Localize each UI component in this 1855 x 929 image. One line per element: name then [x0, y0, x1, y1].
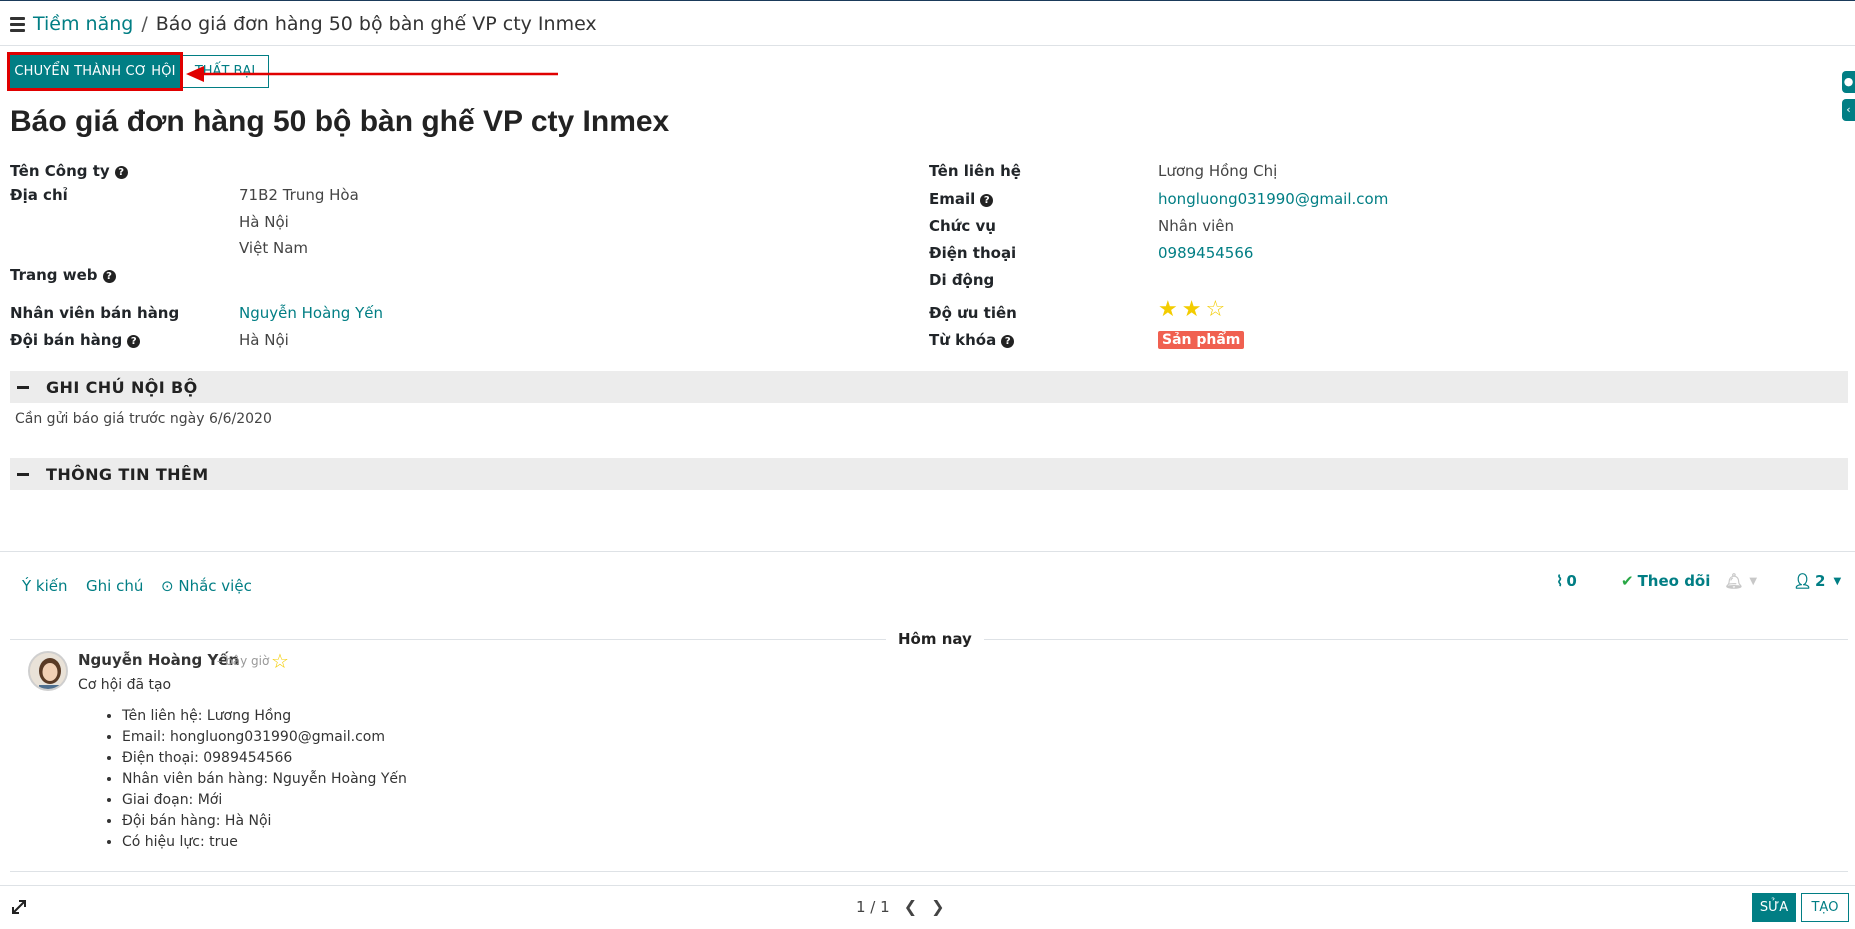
internal-notes-text: Cần gửi báo giá trước ngày 6/6/2020	[15, 411, 272, 427]
list-item: Tên liên hệ: Lương Hồng	[122, 706, 407, 727]
phone-label: Điện thoại	[929, 244, 1017, 262]
chatter-divider	[0, 551, 1855, 552]
contact-name-label: Tên liên hệ	[929, 162, 1021, 180]
message-author[interactable]: Nguyễn Hoàng Yến	[78, 651, 239, 669]
tag-badge[interactable]: Sản phẩm	[1158, 331, 1245, 349]
record-title: Báo giá đơn hàng 50 bộ bàn ghế VP cty In…	[10, 105, 670, 138]
breadcrumb-current: Báo giá đơn hàng 50 bộ bàn ghế VP cty In…	[155, 13, 597, 35]
extra-info-title: THÔNG TIN THÊM	[46, 464, 209, 484]
list-item: Đội bán hàng: Hà Nội	[122, 811, 407, 832]
collapse-icon[interactable]	[17, 472, 29, 476]
user-icon: 👤︎	[1793, 572, 1813, 590]
extra-info-section[interactable]: THÔNG TIN THÊM	[10, 458, 1848, 490]
list-item: Điện thoại: 0989454566	[122, 748, 407, 769]
collapse-icon[interactable]	[17, 385, 29, 389]
list-item: Có hiệu lực: true	[122, 832, 407, 853]
sales-team-value: Hà Nội	[239, 331, 289, 349]
address-country: Việt Nam	[239, 239, 309, 257]
star-filled-icon[interactable]: ★	[1182, 299, 1202, 321]
address-label: Địa chỉ	[10, 186, 68, 204]
email-link[interactable]: hongluong031990@gmail.com	[1158, 190, 1388, 208]
message-body: Cơ hội đã tạo	[78, 677, 172, 693]
date-separator-label: Hôm nay	[886, 630, 984, 648]
header-divider	[0, 45, 1855, 46]
list-item: Email: hongluong031990@gmail.com	[122, 727, 407, 748]
salesperson-link[interactable]: Nguyễn Hoàng Yến	[239, 304, 383, 322]
schedule-activity-label: Nhắc việc	[178, 577, 252, 595]
website-label: Trang web?	[10, 266, 116, 284]
send-message-tab[interactable]: Ý kiến	[22, 577, 68, 595]
job-position-label: Chức vụ	[929, 217, 996, 235]
salesperson-label: Nhân viên bán hàng	[10, 304, 180, 322]
breadcrumb: Tiềm năng / Báo giá đơn hàng 50 bộ bàn g…	[10, 12, 597, 36]
address-street: 71B2 Trung Hòa	[239, 186, 359, 204]
email-label: Email?	[929, 190, 994, 208]
caret-down-icon: ▼	[1833, 575, 1842, 587]
schedule-activity-tab[interactable]: ⊙ Nhắc việc	[161, 577, 252, 595]
footer-divider	[0, 885, 1855, 886]
paperclip-icon: ⌇	[1556, 572, 1564, 590]
followers-button[interactable]: 👤︎ 2 ▼	[1793, 572, 1841, 590]
help-icon[interactable]: ?	[1001, 335, 1015, 348]
email-label-text: Email	[929, 190, 976, 208]
follow-label: Theo dõi	[1637, 572, 1711, 590]
pager-value[interactable]: 1 / 1	[856, 898, 890, 916]
company-label-text: Tên Công ty	[10, 162, 110, 180]
help-icon[interactable]: ?	[980, 194, 994, 207]
tags-label: Từ khóa?	[929, 331, 1015, 349]
chevron-right-icon[interactable]: ❯	[931, 897, 944, 916]
phone-link[interactable]: 0989454566	[1158, 244, 1253, 262]
help-icon[interactable]: ?	[114, 166, 128, 179]
message-time: - bây giờ	[217, 654, 270, 668]
sales-team-label-text: Đội bán hàng	[10, 331, 123, 349]
caret-down-icon[interactable]: ▼	[1749, 576, 1757, 587]
attachments-count: 0	[1566, 572, 1577, 590]
red-annotation-arrow	[186, 66, 558, 82]
priority-stars: ★ ★ ☆	[1158, 299, 1225, 321]
author-avatar[interactable]	[28, 651, 68, 691]
address-city: Hà Nội	[239, 213, 289, 231]
breadcrumb-parent-link[interactable]: Tiềm năng	[33, 13, 133, 35]
menu-hamburger-icon[interactable]	[10, 14, 25, 35]
breadcrumb-separator: /	[141, 13, 148, 35]
company-label: Tên Công ty?	[10, 162, 128, 180]
list-item: Nhân viên bán hàng: Nguyễn Hoàng Yến	[122, 769, 407, 790]
sales-team-label: Đội bán hàng?	[10, 331, 141, 349]
list-item: Giai đoạn: Mới	[122, 790, 407, 811]
followers-count: 2	[1815, 572, 1826, 590]
pager: 1 / 1 ❮ ❯	[856, 897, 945, 916]
top-border	[0, 0, 1855, 1]
internal-notes-title: GHI CHÚ NỘI BỘ	[46, 377, 198, 397]
website-label-text: Trang web	[10, 266, 98, 284]
message-tracking-list: Tên liên hệ: Lương Hồng Email: hongluong…	[122, 706, 407, 853]
message-divider	[10, 871, 1848, 872]
log-note-tab[interactable]: Ghi chú	[86, 577, 143, 595]
tags-label-text: Từ khóa	[929, 331, 997, 349]
expand-icon[interactable]	[10, 898, 28, 916]
avatar-portrait	[30, 653, 66, 689]
create-button[interactable]: TẠO	[1801, 893, 1849, 922]
clock-icon: ⊙	[161, 577, 174, 595]
attachments-button[interactable]: ⌇ 0	[1556, 572, 1577, 590]
help-icon[interactable]: ?	[127, 335, 141, 348]
star-filled-icon[interactable]: ★	[1158, 299, 1178, 321]
star-empty-icon[interactable]: ☆	[271, 649, 289, 673]
internal-notes-section[interactable]: GHI CHÚ NỘI BỘ	[10, 371, 1848, 403]
edit-button[interactable]: SỬA	[1752, 893, 1796, 922]
priority-label: Độ ưu tiên	[929, 304, 1017, 322]
convert-to-opportunity-button[interactable]: CHUYỂN THÀNH CƠ HỘI	[7, 52, 183, 91]
mobile-label: Di động	[929, 271, 995, 289]
side-panel-collapse-icon[interactable]: ‹	[1842, 99, 1855, 121]
check-icon: ✔	[1621, 572, 1634, 590]
chevron-left-icon[interactable]: ❮	[904, 897, 917, 916]
job-position-value: Nhân viên	[1158, 217, 1234, 235]
star-empty-icon[interactable]: ☆	[1205, 299, 1225, 321]
side-panel-tab-icon[interactable]: ●	[1842, 71, 1855, 93]
help-icon[interactable]: ?	[102, 270, 116, 283]
contact-name-value: Lương Hồng Chị	[1158, 162, 1278, 180]
follow-button[interactable]: ✔ Theo dõi 🔔︎ ▼	[1621, 572, 1757, 590]
bell-icon[interactable]: 🔔︎	[1724, 572, 1743, 590]
